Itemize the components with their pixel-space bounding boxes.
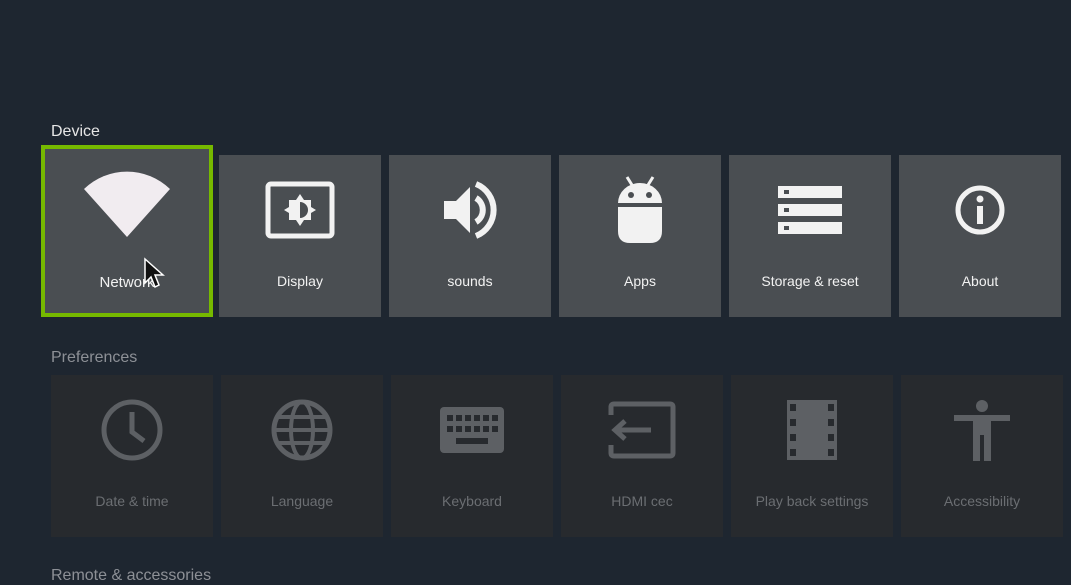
wifi-icon bbox=[41, 167, 213, 237]
input-icon bbox=[561, 395, 723, 465]
section-title-preferences: Preferences bbox=[51, 349, 138, 366]
tile-accessibility[interactable]: Accessibility bbox=[901, 375, 1063, 537]
volume-icon bbox=[389, 175, 551, 245]
tile-label: HDMI cec bbox=[611, 493, 673, 509]
tile-storage-reset[interactable]: Storage & reset bbox=[729, 155, 891, 317]
info-icon bbox=[899, 175, 1061, 245]
clock-icon bbox=[51, 395, 213, 465]
display-icon bbox=[219, 175, 381, 245]
tile-date-time[interactable]: Date & time bbox=[51, 375, 213, 537]
tile-sounds[interactable]: sounds bbox=[389, 155, 551, 317]
tile-label: sounds bbox=[447, 273, 493, 289]
mouse-cursor-icon bbox=[144, 257, 165, 289]
android-icon bbox=[559, 175, 721, 245]
tile-label: Storage & reset bbox=[761, 273, 859, 289]
tile-playback-settings[interactable]: Play back settings bbox=[731, 375, 893, 537]
tile-label: Apps bbox=[624, 273, 656, 289]
tile-label: Display bbox=[277, 273, 323, 289]
device-row: Network Display sounds Apps Storage & re… bbox=[41, 145, 1061, 317]
tile-label: Language bbox=[270, 493, 334, 509]
accessibility-icon bbox=[901, 395, 1063, 465]
film-icon bbox=[731, 395, 893, 465]
preferences-row: Date & time Language Keyboard HDMI cec P… bbox=[51, 375, 1063, 537]
tile-about[interactable]: About bbox=[899, 155, 1061, 317]
section-title-remote: Remote & accessories bbox=[51, 567, 212, 584]
tile-label: Network bbox=[99, 274, 155, 291]
tile-display[interactable]: Display bbox=[219, 155, 381, 317]
tile-language[interactable]: Language bbox=[221, 375, 383, 537]
tile-label: Date & time bbox=[95, 493, 169, 509]
tile-label: Play back settings bbox=[755, 493, 869, 509]
globe-icon bbox=[221, 395, 383, 465]
storage-icon bbox=[729, 175, 891, 245]
tile-apps[interactable]: Apps bbox=[559, 155, 721, 317]
section-title-device: Device bbox=[51, 123, 100, 140]
tile-label: Accessibility bbox=[943, 493, 1021, 509]
tile-network[interactable]: Network bbox=[41, 145, 213, 317]
tile-label: Keyboard bbox=[442, 493, 502, 509]
tile-label: About bbox=[961, 273, 999, 289]
tile-hdmi-cec[interactable]: HDMI cec bbox=[561, 375, 723, 537]
tile-keyboard[interactable]: Keyboard bbox=[391, 375, 553, 537]
keyboard-icon bbox=[391, 395, 553, 465]
